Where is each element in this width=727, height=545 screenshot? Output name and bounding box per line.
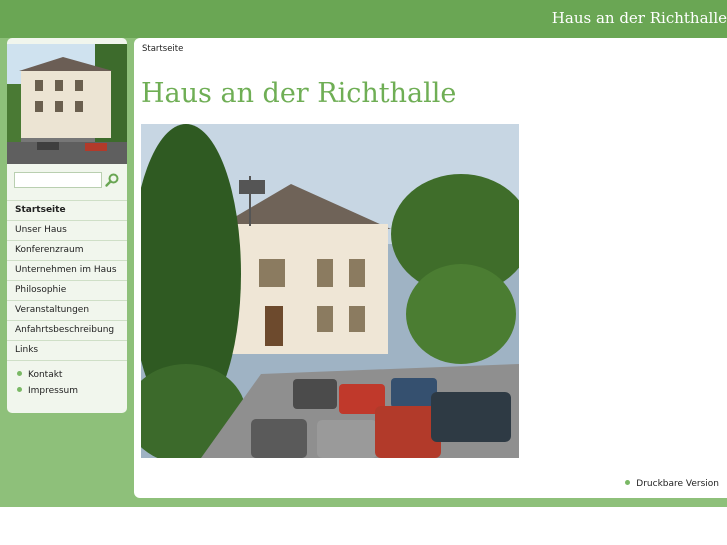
- nav-item-anfahrtsbeschreibung[interactable]: Anfahrtsbeschreibung: [7, 321, 127, 341]
- sub-item-label: Impressum: [28, 386, 79, 396]
- nav-item-unternehmen-im-haus[interactable]: Unternehmen im Haus: [7, 261, 127, 281]
- bullet-icon: [625, 480, 631, 485]
- bullet-icon: [17, 387, 22, 392]
- sub-item-impressum[interactable]: Impressum: [7, 383, 127, 399]
- house-photo: [141, 124, 519, 458]
- main-nav: Startseite Unser Haus Konferenzraum Unte…: [7, 200, 127, 361]
- top-bar: Haus an der Richthalle: [0, 0, 727, 38]
- bullet-icon: [17, 371, 22, 376]
- nav-item-philosophie[interactable]: Philosophie: [7, 281, 127, 301]
- nav-item-konferenzraum[interactable]: Konferenzraum: [7, 241, 127, 261]
- search-input[interactable]: [14, 172, 102, 188]
- sub-item-label: Kontakt: [28, 370, 63, 380]
- printable-version-label: Druckbare Version: [636, 479, 719, 489]
- sidebar: Startseite Unser Haus Konferenzraum Unte…: [7, 38, 127, 413]
- secondary-nav: Kontakt Impressum: [7, 367, 127, 399]
- nav-item-veranstaltungen[interactable]: Veranstaltungen: [7, 301, 127, 321]
- search-icon[interactable]: [104, 172, 120, 188]
- site-title: Haus an der Richthalle: [551, 9, 727, 27]
- printable-version-link[interactable]: Druckbare Version: [625, 479, 719, 489]
- content-panel: Startseite Haus an der Richthalle Druckb…: [134, 38, 727, 498]
- nav-item-unser-haus[interactable]: Unser Haus: [7, 221, 127, 241]
- page-title: Haus an der Richthalle: [141, 78, 457, 109]
- house-thumbnail: [7, 44, 127, 164]
- breadcrumb[interactable]: Startseite: [142, 44, 183, 54]
- nav-item-links[interactable]: Links: [7, 341, 127, 361]
- nav-item-startseite[interactable]: Startseite: [7, 200, 127, 221]
- sub-item-kontakt[interactable]: Kontakt: [7, 367, 127, 383]
